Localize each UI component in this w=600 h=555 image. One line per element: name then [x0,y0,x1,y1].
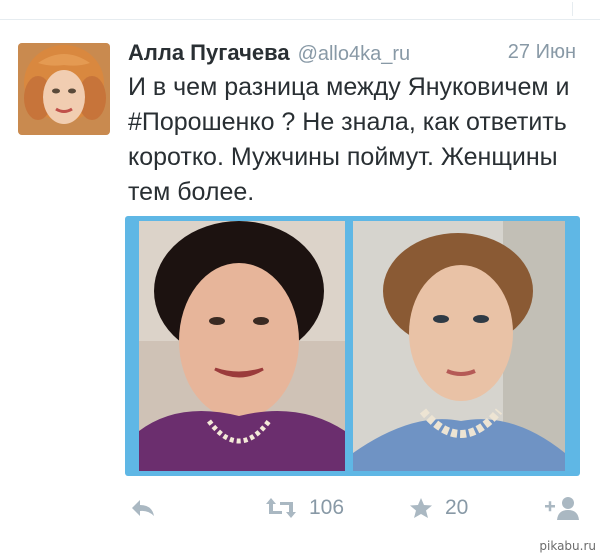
retweet-button[interactable]: 106 [265,492,344,524]
tweet-media[interactable] [125,216,580,476]
tweet-timestamp[interactable]: 27 Июн [508,41,576,64]
star-icon [409,497,433,519]
favorite-count: 20 [445,496,469,519]
favorite-button[interactable]: 20 [409,492,468,524]
photo-left[interactable] [139,221,345,471]
tweet-actions: 106 20 [125,488,590,528]
follow-icon [545,495,579,521]
author-handle[interactable]: @allo4ka_ru [298,43,411,65]
tweet-card[interactable]: Алла Пугачева @allo4ka_ru 27 Июн И в чем … [0,20,600,555]
reply-icon [130,497,156,519]
photo-right[interactable] [353,221,565,471]
tweet-text: И в чем разница между Януковичем и #Поро… [128,73,570,206]
watermark: pikabu.ru [539,539,596,553]
retweet-icon [265,497,297,519]
retweet-count: 106 [309,496,345,519]
avatar[interactable] [18,43,110,135]
top-divider [0,0,600,20]
divider-notch [572,2,586,16]
follow-button[interactable] [545,492,579,524]
reply-button[interactable] [130,492,156,524]
tweet-header: Алла Пугачева @allo4ka_ru 27 Июн [128,40,588,70]
author-name[interactable]: Алла Пугачева [128,40,290,65]
